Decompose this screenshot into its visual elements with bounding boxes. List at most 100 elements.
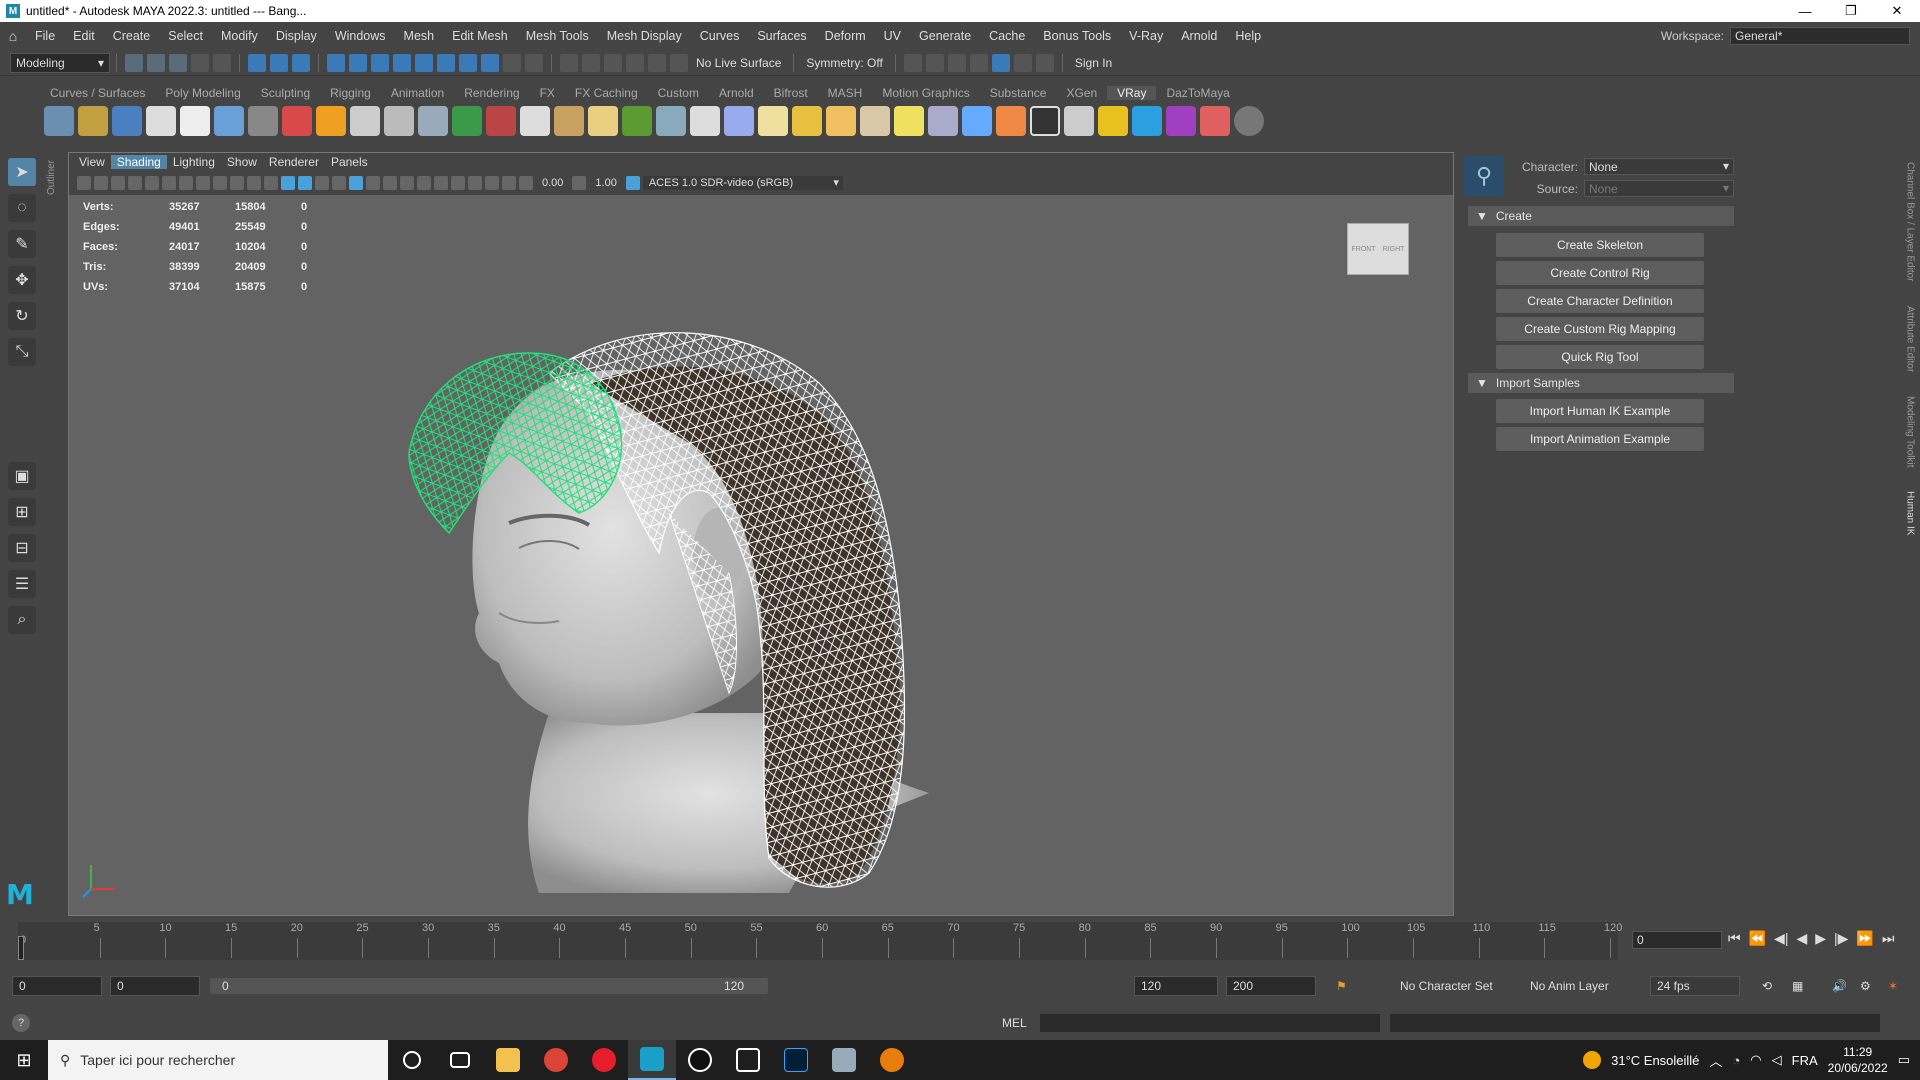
anim-layer-dropdown[interactable]: No Anim Layer	[1530, 979, 1609, 993]
new-scene-icon[interactable]	[125, 53, 143, 72]
step-forward-frame-icon[interactable]: |▶	[1834, 930, 1848, 947]
minimize-button[interactable]: —	[1782, 0, 1828, 22]
vray-hair-icon[interactable]	[690, 106, 720, 136]
app-window-icon[interactable]	[820, 1040, 868, 1080]
import-animation-example-button[interactable]: Import Animation Example	[1496, 427, 1704, 451]
chrome-icon[interactable]	[532, 1040, 580, 1080]
help-icon[interactable]	[1234, 106, 1264, 136]
photoshop-icon[interactable]	[772, 1040, 820, 1080]
menu-arnold[interactable]: Arnold	[1172, 29, 1226, 43]
character-set-dropdown[interactable]: No Character Set	[1400, 979, 1493, 993]
shelf-tab-daztomaya[interactable]: DazToMaya	[1156, 86, 1239, 100]
vray-dome-light-icon[interactable]	[588, 106, 618, 136]
magnet-icon[interactable]	[525, 53, 543, 72]
construction-icon[interactable]	[582, 53, 600, 72]
vray-plugin-icon[interactable]	[146, 106, 176, 136]
vray-gear-icon[interactable]	[656, 106, 686, 136]
shelf-tab-substance[interactable]: Substance	[980, 86, 1057, 100]
create-custom-rig-mapping-button[interactable]: Create Custom Rig Mapping	[1496, 317, 1704, 341]
cortana-icon[interactable]	[388, 1040, 436, 1080]
auto-key-icon[interactable]: ⚑	[1336, 979, 1347, 993]
menu-mesh-tools[interactable]: Mesh Tools	[517, 29, 598, 43]
range-slider[interactable]: 0 120	[210, 978, 768, 994]
maximize-button[interactable]: ❐	[1828, 0, 1874, 22]
select-object-icon[interactable]	[270, 53, 288, 72]
go-to-start-icon[interactable]: ⏮	[1728, 930, 1741, 947]
lasso-tool-icon[interactable]: ◌	[8, 194, 36, 222]
preferences-icon[interactable]: ⚙	[1860, 979, 1871, 993]
menu-surfaces[interactable]: Surfaces	[748, 29, 815, 43]
hypershade-icon[interactable]	[991, 53, 1010, 72]
vray-grass-icon[interactable]	[622, 106, 652, 136]
close-button[interactable]: ✕	[1874, 0, 1920, 22]
shelf-tab-rigging[interactable]: Rigging	[320, 86, 381, 100]
menu-help[interactable]: Help	[1226, 29, 1270, 43]
vray-light-icon[interactable]	[758, 106, 788, 136]
playback-end-field[interactable]: 120	[1134, 976, 1218, 996]
scene-end-field[interactable]: 200	[1226, 976, 1316, 996]
vray-rect-light-icon[interactable]	[792, 106, 822, 136]
menu-modify[interactable]: Modify	[212, 29, 267, 43]
vray-vision-icon[interactable]	[1166, 106, 1196, 136]
shelf-tab-fx[interactable]: FX	[530, 86, 565, 100]
import-human-ik-example-button[interactable]: Import Human IK Example	[1496, 399, 1704, 423]
play-forward-icon[interactable]: ▶	[1815, 930, 1826, 947]
shelf-tab-animation[interactable]: Animation	[381, 86, 454, 100]
shelf-tab-fx-caching[interactable]: FX Caching	[565, 86, 648, 100]
sign-in-dropdown[interactable]: Sign In	[1075, 56, 1112, 70]
vray-render-icon[interactable]	[78, 106, 108, 136]
paint-select-icon[interactable]: ✎	[8, 230, 36, 258]
tab-attribute-editor[interactable]: Attribute Editor	[1905, 306, 1916, 372]
help-line-icon[interactable]: ?	[12, 1014, 30, 1032]
menu-cache[interactable]: Cache	[980, 29, 1034, 43]
outliner-layout-icon[interactable]: ☰	[8, 570, 36, 598]
ipr-render-icon[interactable]	[947, 53, 966, 72]
history-icon[interactable]	[560, 53, 578, 72]
view-cube[interactable]: FRONT RIGHT	[1347, 223, 1409, 275]
tab-human-ik[interactable]: Human IK	[1905, 491, 1916, 535]
volume-icon[interactable]: ◁	[1772, 1052, 1782, 1068]
menu-curves[interactable]: Curves	[691, 29, 749, 43]
menu-vray[interactable]: V-Ray	[1120, 29, 1172, 43]
vray-flag-icon[interactable]	[996, 106, 1026, 136]
vray-globe-icon[interactable]	[724, 106, 754, 136]
step-forward-key-icon[interactable]: ⏩	[1856, 930, 1873, 947]
create-section-header[interactable]: ▼ Create	[1468, 206, 1734, 226]
sound-icon[interactable]: 🔊	[1832, 979, 1847, 993]
current-time-marker[interactable]	[18, 936, 24, 960]
loop-icon[interactable]: ⟲	[1762, 979, 1772, 993]
single-view-icon[interactable]: ▣	[8, 462, 36, 490]
snap-point-icon[interactable]	[371, 53, 389, 72]
shelf-tab-custom[interactable]: Custom	[648, 86, 709, 100]
workspace-dropdown[interactable]: General*	[1730, 27, 1910, 45]
taskbar-search[interactable]: ⚲ Taper ici pour rechercher	[48, 1040, 388, 1080]
arnold-render-icon[interactable]	[1013, 53, 1032, 72]
vray-proxy-icon[interactable]	[384, 106, 414, 136]
cube-app-icon[interactable]	[724, 1040, 772, 1080]
blender-icon[interactable]	[868, 1040, 916, 1080]
menu-mesh-display[interactable]: Mesh Display	[598, 29, 691, 43]
menu-create[interactable]: Create	[104, 29, 160, 43]
task-view-icon[interactable]	[436, 1040, 484, 1080]
shelf-tab-xgen[interactable]: XGen	[1056, 86, 1107, 100]
unreal-icon[interactable]	[676, 1040, 724, 1080]
select-hierarchy-icon[interactable]	[248, 53, 266, 72]
vray-clipper-icon[interactable]	[520, 106, 550, 136]
viewcube-right-label[interactable]: RIGHT	[1383, 246, 1405, 253]
render-frame-icon[interactable]	[925, 53, 944, 72]
vray-image-icon[interactable]	[1064, 106, 1094, 136]
select-tool-icon[interactable]: ➤	[8, 158, 36, 186]
shelf-tab-vray[interactable]: VRay	[1107, 86, 1157, 100]
rotate-tool-icon[interactable]: ↻	[8, 302, 36, 330]
vray-settings-icon[interactable]	[44, 106, 74, 136]
menu-generate[interactable]: Generate	[910, 29, 980, 43]
menu-deform[interactable]: Deform	[816, 29, 875, 43]
vray-lightbulb-icon[interactable]	[1098, 106, 1128, 136]
move-tool-icon[interactable]: ✥	[8, 266, 36, 294]
scene-start-field[interactable]: 0	[12, 976, 102, 996]
create-control-rig-button[interactable]: Create Control Rig	[1496, 261, 1704, 285]
character-dropdown[interactable]: None	[1584, 158, 1734, 175]
render-view-icon[interactable]	[903, 53, 922, 72]
script-language-label[interactable]: MEL	[1002, 1016, 1027, 1030]
menu-bonus-tools[interactable]: Bonus Tools	[1034, 29, 1120, 43]
